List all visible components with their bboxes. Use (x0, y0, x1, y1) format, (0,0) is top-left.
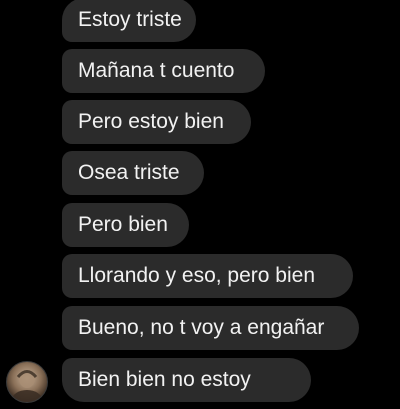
message-text: Llorando y eso, pero bien (78, 264, 315, 287)
message-text: Osea triste (78, 161, 180, 184)
message-bubble[interactable]: Pero bien (62, 203, 189, 247)
message-text: Mañana t cuento (78, 59, 235, 82)
message-bubble[interactable]: Pero estoy bien (62, 100, 251, 144)
message-text: Bueno, no t voy a engañar (78, 316, 325, 339)
message-bubble[interactable]: Bien bien no estoy (62, 358, 311, 402)
message-bubble[interactable]: Estoy triste (62, 0, 196, 42)
message-text: Bien bien no estoy (78, 368, 251, 391)
message-text: Pero estoy bien (78, 110, 224, 133)
user-avatar-icon (12, 370, 42, 402)
message-text: Pero bien (78, 213, 168, 236)
message-bubble[interactable]: Bueno, no t voy a engañar (62, 306, 359, 350)
message-bubble[interactable]: Osea triste (62, 151, 204, 195)
message-bubble[interactable]: Llorando y eso, pero bien (62, 254, 353, 298)
message-bubble[interactable]: Mañana t cuento (62, 49, 265, 93)
chat-thread: Estoy triste Mañana t cuento Pero estoy … (0, 0, 400, 409)
avatar[interactable] (6, 361, 48, 403)
message-text: Estoy triste (78, 8, 182, 31)
